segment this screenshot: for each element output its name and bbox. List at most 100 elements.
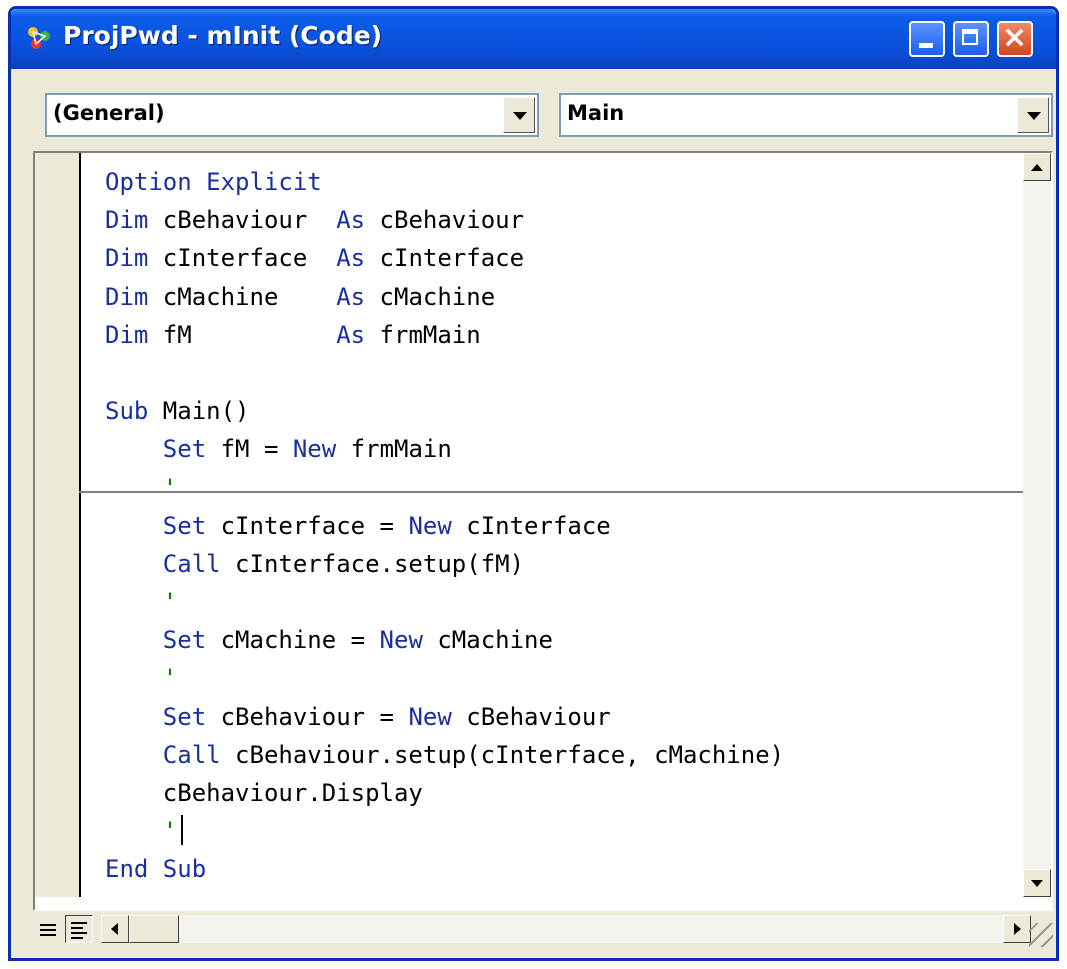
object-combo[interactable]: (General) <box>45 93 539 137</box>
code-line[interactable]: Dim cMachine As cMachine <box>105 278 784 316</box>
margin-indicator-bar[interactable] <box>35 153 81 897</box>
code-keyword: Set <box>162 435 207 464</box>
code-line[interactable]: ' <box>105 583 784 621</box>
code-keyword: As <box>336 320 366 349</box>
code-text: cInterface = <box>206 511 409 540</box>
code-text: cMachine <box>422 626 553 655</box>
code-line[interactable]: Option Explicit <box>105 163 784 201</box>
code-text: cBehaviour = <box>206 702 409 731</box>
procedure-combo-dropdown-button[interactable] <box>1017 97 1049 133</box>
vb-project-icon <box>28 27 50 49</box>
code-text: cBehaviour <box>451 702 611 731</box>
code-line[interactable]: Dim cInterface As cInterface <box>105 239 784 277</box>
code-text: cInterface.setup(fM) <box>220 549 525 578</box>
maximize-button[interactable] <box>953 21 989 57</box>
code-line[interactable]: Set cBehaviour = New cBehaviour <box>105 698 784 736</box>
window-title: ProjPwd - mInit (Code) <box>63 21 383 50</box>
code-comment: ' <box>105 817 178 846</box>
code-keyword: Call <box>162 549 221 578</box>
code-line[interactable]: Sub Main() <box>105 392 784 430</box>
full-module-view-button[interactable] <box>65 915 93 943</box>
vertical-scrollbar[interactable] <box>1023 153 1051 897</box>
code-line[interactable]: Dim cBehaviour As cBehaviour <box>105 201 784 239</box>
code-text: cMachine = <box>206 626 380 655</box>
scroll-down-button[interactable] <box>1023 869 1051 897</box>
close-button[interactable]: × <box>997 20 1033 57</box>
code-editor[interactable]: Option Explicit Dim cBehaviour As cBehavi… <box>105 163 784 889</box>
code-keyword: Dim <box>105 206 149 235</box>
code-keyword: New <box>379 626 423 655</box>
code-comment: ' <box>105 473 178 502</box>
code-line[interactable]: ' <box>105 659 784 697</box>
scroll-left-button[interactable] <box>101 915 129 943</box>
code-keyword: As <box>336 282 366 311</box>
code-text: cBehaviour.Display <box>105 779 423 807</box>
code-keyword: Option Explicit <box>105 168 322 196</box>
code-text: frmMain <box>365 320 481 349</box>
code-text: fM <box>148 320 337 349</box>
code-line[interactable] <box>105 354 784 392</box>
code-keyword: As <box>336 244 366 273</box>
code-window: ProjPwd - mInit (Code) × (General) Main … <box>8 6 1059 961</box>
code-text: cMachine <box>365 282 496 311</box>
object-combo-dropdown-button[interactable] <box>503 97 535 133</box>
scroll-right-button[interactable] <box>1003 915 1031 943</box>
code-keyword: Call <box>162 740 221 769</box>
bottom-bar <box>33 911 1053 947</box>
code-line[interactable]: Call cBehaviour.setup(cInterface, cMachi… <box>105 736 784 774</box>
horizontal-scroll-thumb[interactable] <box>129 915 179 943</box>
code-keyword: New <box>292 435 337 464</box>
procedure-combo[interactable]: Main <box>559 93 1053 137</box>
code-text: cInterface <box>365 244 525 273</box>
code-text: cBehaviour <box>148 206 337 235</box>
minimize-icon <box>919 43 933 48</box>
code-keyword: Set <box>162 626 207 655</box>
code-keyword: End Sub <box>105 855 207 884</box>
code-text: cMachine <box>148 282 337 311</box>
procedure-combo-value: Main <box>567 101 625 125</box>
code-line[interactable]: ' <box>105 469 784 507</box>
code-line[interactable]: cBehaviour.Display <box>105 774 784 812</box>
title-bar[interactable]: ProjPwd - mInit (Code) × <box>11 9 1056 69</box>
code-comment: ' <box>105 588 178 617</box>
code-text: Main() <box>148 397 250 426</box>
code-keyword: New <box>408 702 452 731</box>
code-text: fM = <box>206 435 293 464</box>
code-keyword: Set <box>162 511 207 540</box>
code-line[interactable]: Set fM = New frmMain <box>105 430 784 468</box>
code-line[interactable]: Call cInterface.setup(fM) <box>105 545 784 583</box>
code-keyword: Dim <box>105 282 149 311</box>
procedure-view-button[interactable] <box>35 915 63 943</box>
code-line[interactable]: Set cMachine = New cMachine <box>105 621 784 659</box>
code-text: cBehaviour <box>365 206 525 235</box>
code-line[interactable]: End Sub <box>105 850 784 888</box>
text-caret <box>181 815 184 846</box>
code-line[interactable]: Set cInterface = New cInterface <box>105 507 784 545</box>
code-line[interactable]: Dim fM As frmMain <box>105 316 784 354</box>
code-keyword: Dim <box>105 244 149 273</box>
close-icon: × <box>1002 20 1028 55</box>
minimize-button[interactable] <box>909 21 945 57</box>
code-text: cBehaviour.setup(cInterface, cMachine) <box>220 740 785 769</box>
horizontal-scrollbar[interactable] <box>101 915 1031 943</box>
code-text: cInterface <box>451 511 611 540</box>
code-keyword: As <box>336 206 366 235</box>
code-line[interactable]: ' <box>105 812 784 850</box>
code-pane[interactable]: Option Explicit Dim cBehaviour As cBehavi… <box>33 151 1053 911</box>
scroll-up-button[interactable] <box>1023 153 1051 181</box>
code-comment: ' <box>105 664 178 693</box>
code-keyword: Sub <box>105 397 149 426</box>
object-combo-value: (General) <box>53 101 165 125</box>
maximize-icon <box>962 29 978 45</box>
code-text: cInterface <box>148 244 337 273</box>
code-keyword: Dim <box>105 320 149 349</box>
procedure-separator <box>79 491 1023 493</box>
resize-grip[interactable] <box>1029 923 1053 947</box>
code-keyword: Set <box>162 702 207 731</box>
